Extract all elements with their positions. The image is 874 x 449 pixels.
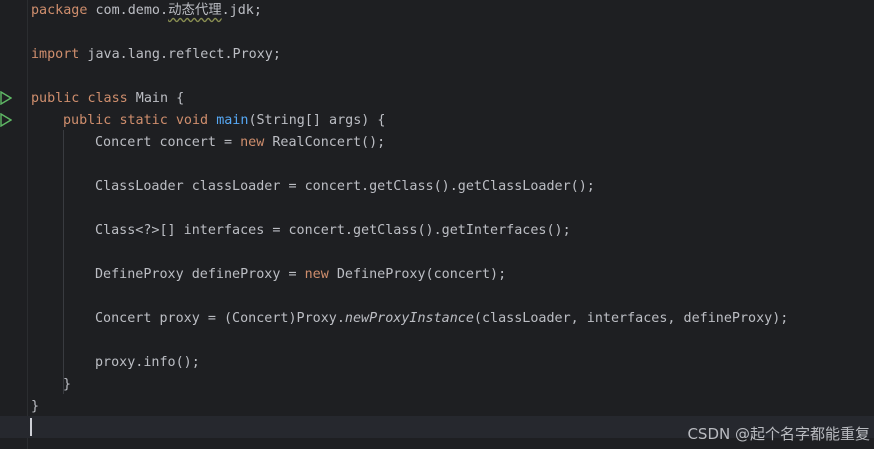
code-line-concert[interactable]: Concert concert = new RealConcert(); <box>95 132 874 154</box>
method-name: main <box>216 113 249 128</box>
code-text: (classLoader, interfaces, defineProxy); <box>473 311 789 326</box>
code-text: Concert proxy = (Concert)Proxy. <box>95 311 345 326</box>
package-path-end: .jdk; <box>221 3 262 18</box>
run-main-icon[interactable] <box>0 113 12 127</box>
import-path: java.lang.reflect.Proxy; <box>79 47 281 62</box>
class-name: Main { <box>127 91 185 106</box>
keyword: public <box>31 91 80 106</box>
code-text: proxy.info(); <box>95 355 200 370</box>
keyword: new <box>304 267 329 282</box>
code-line-close-class[interactable]: } <box>31 396 874 418</box>
code-line-class-decl[interactable]: public class Main { <box>31 88 874 110</box>
keyword: static <box>119 113 168 128</box>
code-text: ClassLoader classLoader = concert.getCla… <box>95 179 595 194</box>
package-segment-chinese: 动态代理 <box>168 3 222 18</box>
code-line-package[interactable]: package com.demo.动态代理.jdk; <box>31 0 874 22</box>
code-text: DefineProxy(concert); <box>328 267 507 282</box>
package-path: com.demo. <box>87 3 169 18</box>
code-editor[interactable]: package com.demo.动态代理.jdk; import java.l… <box>0 0 874 449</box>
code-line-proxy[interactable]: Concert proxy = (Concert)Proxy.newProxyI… <box>95 308 874 330</box>
code-line-classloader[interactable]: ClassLoader classLoader = concert.getCla… <box>95 176 874 198</box>
closing-brace: } <box>31 399 40 414</box>
code-text: Concert concert = <box>95 135 241 150</box>
static-method-call: newProxyInstance <box>344 311 474 326</box>
run-class-icon[interactable] <box>0 91 12 105</box>
gutter-divider <box>27 0 28 449</box>
keyword: public <box>63 113 112 128</box>
code-line-proxy-info[interactable]: proxy.info(); <box>95 352 874 374</box>
closing-brace: } <box>63 377 72 392</box>
code-line-interfaces[interactable]: Class<?>[] interfaces = concert.getClass… <box>95 220 874 242</box>
code-line-define-proxy[interactable]: DefineProxy defineProxy = new DefineProx… <box>95 264 874 286</box>
editor-gutter <box>0 0 28 449</box>
code-text: Class<?>[] interfaces = concert.getClass… <box>95 223 571 238</box>
watermark: CSDN @起个名字都能重复 <box>687 425 870 443</box>
code-line-close-method[interactable]: } <box>63 374 874 396</box>
code-line-import[interactable]: import java.lang.reflect.Proxy; <box>31 44 874 66</box>
keyword: void <box>175 113 209 128</box>
code-text: DefineProxy defineProxy = <box>95 267 305 282</box>
keyword: import <box>31 47 80 62</box>
keyword: class <box>87 91 128 106</box>
text-caret <box>30 418 32 436</box>
indent-guide <box>63 130 64 394</box>
code-line-main-decl[interactable]: public static void main(String[] args) { <box>63 110 874 132</box>
keyword: package <box>31 3 88 18</box>
keyword: new <box>240 135 265 150</box>
method-params: (String[] args) { <box>248 113 386 128</box>
code-text: RealConcert(); <box>264 135 386 150</box>
